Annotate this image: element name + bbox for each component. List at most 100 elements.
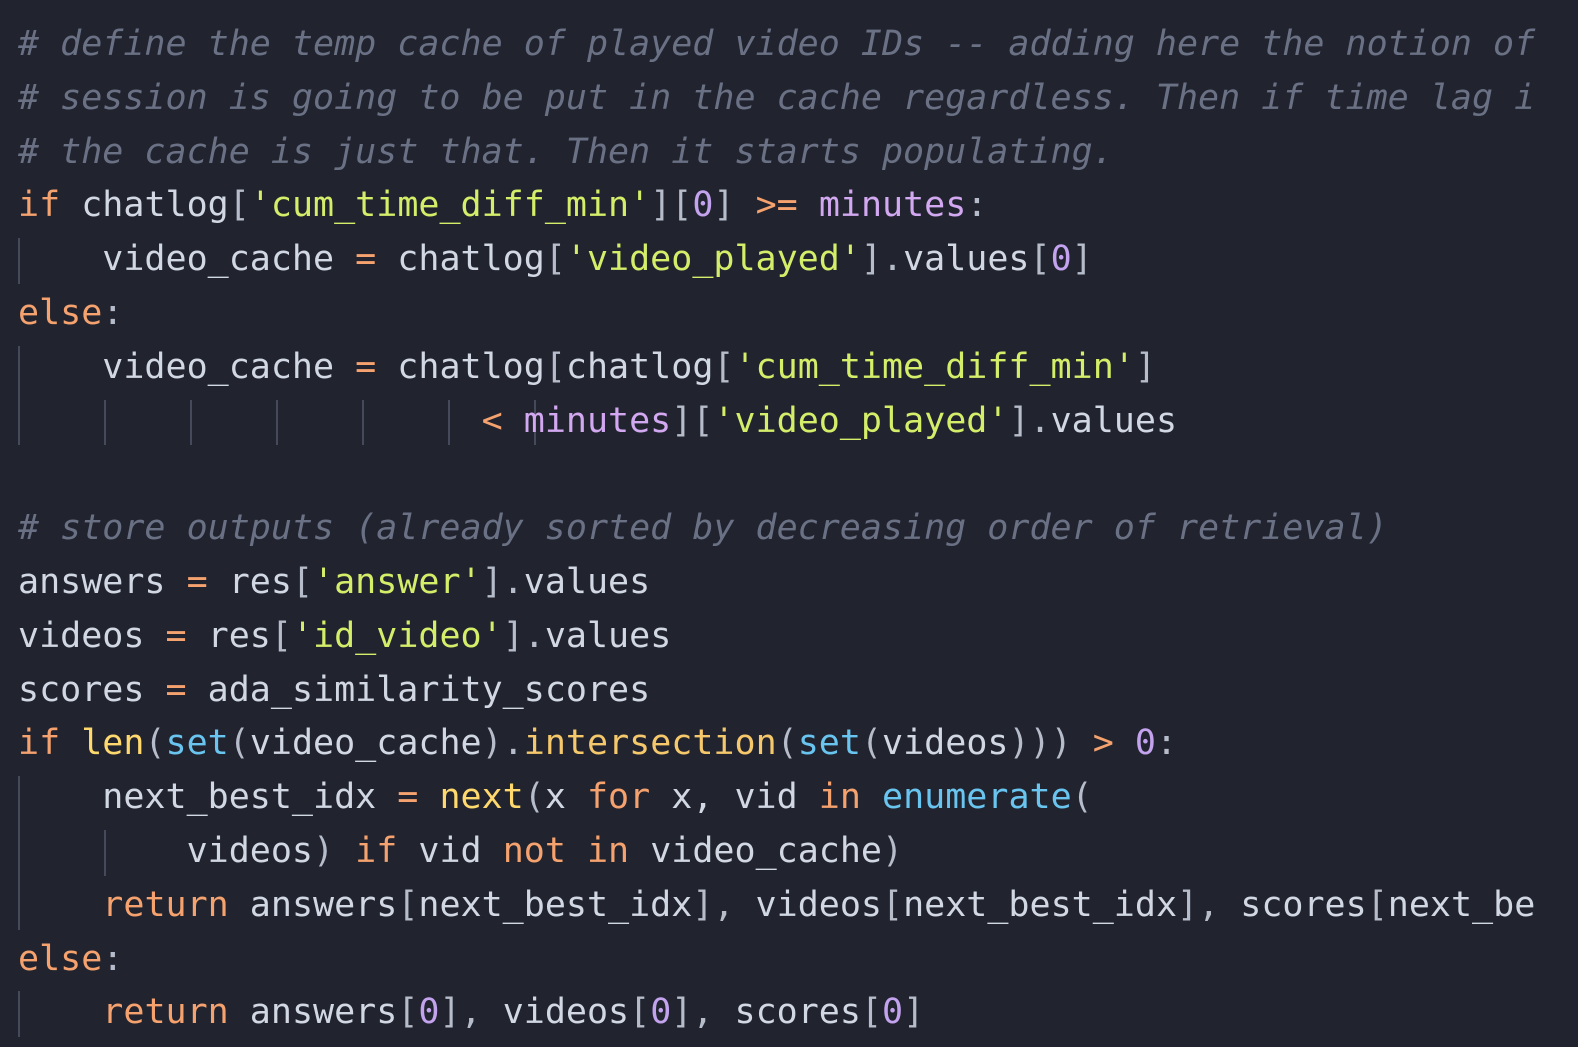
code-token-builtin: next: [439, 777, 524, 818]
code-token-punct: [: [860, 992, 883, 1033]
code-token-plain: answers: [18, 562, 187, 602]
code-token-comment: # the cache is just that. Then it starts…: [18, 131, 1114, 172]
code-token-type: set: [165, 723, 229, 764]
code-token-punct: [: [544, 346, 566, 387]
code-token-keyword: else: [18, 938, 103, 979]
code-token-number: 0: [418, 992, 440, 1033]
code-token-punct: [: [713, 346, 735, 387]
code-token-plain: scores: [713, 992, 861, 1033]
code-token-plain: videos: [481, 992, 630, 1033]
code-token-punct: [: [544, 239, 566, 280]
code-token-punct: ],: [692, 884, 735, 925]
code-token-punct: [: [270, 615, 292, 656]
code-line: # session is going to be put in the cach…: [18, 71, 1535, 125]
code-token-keyword: =: [397, 777, 419, 818]
code-token-punct: (: [523, 777, 545, 818]
code-token-type: set: [797, 723, 861, 764]
code-token-plain: video_cache: [629, 831, 883, 871]
code-line: next_best_idx = next(x for x, vid in enu…: [18, 770, 1092, 824]
code-token-plain: answers: [228, 992, 398, 1033]
code-line: video_cache = chatlog[chatlog['cum_time_…: [18, 340, 1156, 394]
code-token-number: 0: [1134, 723, 1156, 764]
code-token-punct: (: [228, 723, 250, 764]
code-token-punct: (: [860, 723, 883, 764]
code-token-plain: x: [544, 777, 587, 818]
code-token-string: 'video_played': [713, 400, 1009, 441]
code-token-plain: chatlog: [376, 239, 545, 280]
code-token-plain: res: [186, 615, 271, 656]
code-token-keyword: =: [165, 669, 187, 710]
code-token-builtin: len: [81, 723, 145, 764]
code-token-punct: ): [882, 831, 904, 871]
code-line: if chatlog['cum_time_diff_min'][0] >= mi…: [18, 178, 987, 232]
code-token-plain: next_best_idx: [18, 777, 398, 818]
code-token-plain: video_cache: [18, 239, 356, 280]
code-token-string: 'video_played': [565, 239, 861, 280]
code-token-number: 0: [650, 992, 672, 1033]
code-token-punct: [: [1029, 239, 1051, 280]
code-token-plain: videos: [18, 615, 166, 656]
code-token-keyword: <: [481, 400, 503, 441]
code-token-plain: chatlog: [60, 185, 229, 226]
code-token-keyword: =: [186, 562, 208, 602]
code-token-plain: video_cache: [249, 723, 482, 764]
code-token-punct: ][: [671, 400, 714, 441]
code-token-keyword: if: [355, 831, 398, 871]
code-token-keyword: if: [18, 723, 61, 764]
code-token-variable: minutes: [523, 400, 672, 441]
code-editor[interactable]: # define the temp cache of played video …: [0, 0, 1578, 1047]
code-token-string: 'cum_time_diff_min': [734, 346, 1135, 387]
code-token-plain: videos: [882, 723, 1009, 764]
code-token-punct: ]: [713, 185, 735, 226]
code-token-comment: # store outputs (already sorted by decre…: [18, 508, 1388, 549]
code-line: videos) if vid not in video_cache): [18, 824, 904, 878]
code-token-punct: [: [291, 562, 314, 602]
code-token-keyword: >=: [755, 185, 798, 226]
code-token-keyword: =: [355, 346, 377, 387]
code-token-plain: video_cache: [18, 346, 356, 387]
code-token-keyword: for: [586, 777, 651, 818]
code-token-punct: [: [397, 884, 419, 925]
code-token-punct: ))): [1008, 723, 1072, 764]
code-token-call: intersection: [523, 723, 777, 764]
code-token-plain: next_best_idx: [418, 884, 693, 925]
code-token-number: 0: [1050, 239, 1072, 280]
code-line: # define the temp cache of played video …: [18, 17, 1535, 71]
code-token-plain: values: [523, 562, 651, 602]
code-token-comment: # define the temp cache of played video …: [18, 24, 1536, 64]
code-token-plain: chatlog: [376, 346, 545, 387]
code-line: return answers[next_best_idx], videos[ne…: [18, 878, 1535, 932]
code-token-comment: # session is going to be put in the cach…: [18, 77, 1536, 118]
code-token-keyword: =: [165, 615, 187, 656]
code-token-punct: ]: [1134, 346, 1156, 387]
code-line: video_cache = chatlog['video_played'].va…: [18, 232, 1092, 286]
code-line: return answers[0], videos[0], scores[0]: [18, 985, 924, 1039]
code-line: # store outputs (already sorted by decre…: [18, 501, 1388, 555]
code-token-plain: values: [544, 615, 672, 656]
code-token-plain: chatlog: [565, 346, 714, 387]
code-token-punct: ],: [439, 992, 482, 1033]
code-token-punct: :: [966, 185, 988, 226]
code-token-plain: next_best_idx: [903, 884, 1178, 925]
code-token-punct: :: [102, 938, 124, 979]
code-token-punct: ][: [650, 185, 693, 226]
code-token-string: 'cum_time_diff_min': [249, 185, 651, 226]
code-token-plain: ada_similarity_scores: [186, 669, 651, 710]
code-token-plain: scores: [18, 669, 166, 710]
code-line: if len(set(video_cache).intersection(set…: [18, 716, 1177, 770]
code-token-punct: [: [397, 992, 419, 1033]
code-token-plain: videos: [18, 831, 314, 871]
code-token-plain: videos: [734, 884, 882, 925]
code-token-punct: ],: [1177, 884, 1220, 925]
code-token-punct: [: [228, 185, 250, 226]
